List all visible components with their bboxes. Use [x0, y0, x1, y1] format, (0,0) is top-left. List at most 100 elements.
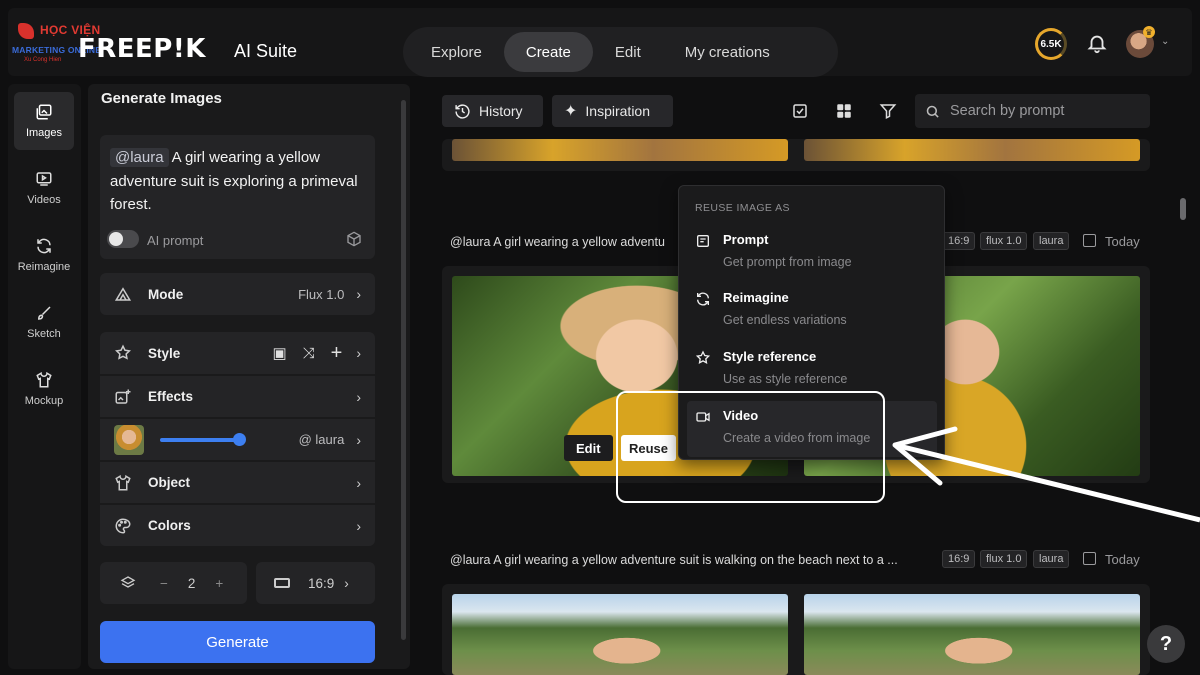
- mention-tag[interactable]: @laura: [110, 148, 169, 167]
- rail-item-mockup[interactable]: Mockup: [14, 360, 74, 418]
- menu-item-subtitle: Get endless variations: [723, 313, 847, 327]
- model-chip: flux 1.0: [980, 550, 1028, 568]
- prompt-input[interactable]: @laura A girl wearing a yellow adventure …: [100, 135, 375, 259]
- mode-value: Flux 1.0: [298, 286, 345, 302]
- reimagine-icon: [697, 292, 709, 306]
- filter-icon[interactable]: [879, 102, 897, 120]
- panel-title: Generate Images: [101, 90, 222, 107]
- aspect-chip: 16:9: [942, 550, 976, 568]
- select-card-checkbox[interactable]: [1083, 234, 1096, 247]
- image-count: 2: [187, 575, 196, 591]
- style-icon: [695, 350, 711, 364]
- cube-icon[interactable]: [346, 231, 362, 247]
- tab-my-creations[interactable]: My creations: [663, 32, 792, 72]
- layers-icon: [120, 576, 136, 588]
- search-input[interactable]: Search by prompt: [915, 94, 1150, 128]
- menu-item-title: Reimagine: [723, 290, 789, 305]
- chevron-down-icon[interactable]: ⌄: [1161, 36, 1169, 47]
- character-strength-slider[interactable]: [160, 432, 246, 446]
- watermark-mark-icon: [18, 23, 34, 39]
- object-row[interactable]: Object ›: [100, 461, 375, 503]
- count-plus-button[interactable]: +: [215, 576, 223, 591]
- effects-row[interactable]: Effects ›: [100, 375, 375, 417]
- character-thumbnail: [114, 424, 144, 455]
- history-scrollbar[interactable]: [1180, 198, 1186, 220]
- rail-item-sketch[interactable]: Sketch: [14, 293, 74, 351]
- help-button[interactable]: ?: [1147, 625, 1185, 663]
- colors-label: Colors: [148, 518, 191, 533]
- rail-item-videos[interactable]: Videos: [14, 159, 74, 217]
- style-row[interactable]: Style ▣ ⤨ + ›: [100, 332, 375, 374]
- freepik-logo[interactable]: FREEP!K: [78, 34, 206, 64]
- reuse-as-prompt[interactable]: Prompt Get prompt from image: [687, 225, 937, 281]
- count-minus-button[interactable]: −: [160, 576, 168, 591]
- generated-image[interactable]: [804, 594, 1140, 675]
- chevron-right-icon: ›: [356, 286, 361, 302]
- card-prompt: @laura A girl wearing a yellow adventure…: [450, 553, 898, 567]
- rail-item-reimagine[interactable]: Reimagine: [14, 226, 74, 284]
- credits-badge[interactable]: 6.5K: [1035, 28, 1067, 60]
- effects-label: Effects: [148, 389, 194, 404]
- menu-item-subtitle: Use as style reference: [723, 372, 848, 386]
- bell-icon[interactable]: [1086, 32, 1108, 54]
- chevron-right-icon: ›: [356, 388, 361, 405]
- ai-prompt-toggle[interactable]: [107, 230, 139, 248]
- edit-button[interactable]: Edit: [564, 435, 613, 461]
- rail-label: Reimagine: [17, 261, 71, 273]
- watermark-line-3: Xu Cong Hien: [24, 57, 62, 63]
- object-label: Object: [148, 475, 191, 490]
- ai-suite-label: AI Suite: [234, 41, 298, 61]
- shirt-icon: [36, 371, 52, 388]
- mode-icon: [114, 287, 132, 301]
- card-date: Today: [1105, 234, 1140, 249]
- rail-label: Videos: [27, 194, 61, 206]
- aspect-ratio-select[interactable]: 16:9 ›: [256, 562, 375, 604]
- chevron-right-icon: ›: [344, 575, 349, 591]
- image-ref-icon[interactable]: ▣: [272, 344, 286, 362]
- rail-item-images[interactable]: Images: [14, 92, 74, 150]
- grid-view-icon[interactable]: [835, 102, 853, 120]
- generate-panel: Generate Images @laura A girl wearing a y…: [88, 84, 410, 669]
- prompt-icon: [697, 235, 709, 247]
- pointer-arrow: [892, 426, 1200, 523]
- brush-icon: [37, 306, 51, 320]
- mode-label: Mode: [148, 286, 184, 302]
- generated-image[interactable]: [452, 594, 788, 675]
- generated-image[interactable]: [452, 139, 788, 161]
- mode-row[interactable]: Mode Flux 1.0 ›: [100, 273, 375, 315]
- history-button[interactable]: History: [442, 95, 543, 127]
- tab-explore[interactable]: Explore: [409, 32, 504, 72]
- rail-label: Images: [25, 127, 63, 139]
- character-row[interactable]: @ laura ›: [100, 418, 375, 460]
- tool-rail: Images Videos Reimagine Sketch Mockup: [8, 84, 81, 669]
- chevron-right-icon: ›: [356, 517, 361, 534]
- character-chip: laura: [1033, 232, 1070, 250]
- model-chip: flux 1.0: [980, 232, 1028, 250]
- prompt-text[interactable]: @laura A girl wearing a yellow adventure …: [110, 146, 365, 217]
- style-tools: ▣ ⤨ +: [272, 342, 342, 365]
- tab-create[interactable]: Create: [503, 32, 593, 72]
- generate-button[interactable]: Generate: [100, 621, 375, 663]
- history-icon: [455, 103, 470, 119]
- video-icon: [36, 172, 52, 186]
- inspiration-button[interactable]: ✦ Inspiration: [552, 95, 673, 127]
- search-placeholder: Search by prompt: [950, 103, 1065, 119]
- slider-knob[interactable]: [233, 432, 246, 446]
- palette-icon: [115, 517, 131, 534]
- highlight-box: [616, 391, 885, 503]
- aspect-ratio-value: 16:9: [308, 575, 335, 591]
- reuse-menu-header: REUSE IMAGE AS: [695, 202, 790, 214]
- add-icon[interactable]: +: [331, 342, 343, 365]
- select-checkbox-icon[interactable]: [791, 102, 809, 120]
- colors-row[interactable]: Colors ›: [100, 504, 375, 546]
- reuse-as-style-reference[interactable]: Style reference Use as style reference: [687, 342, 937, 398]
- chevron-right-icon: ›: [356, 474, 361, 491]
- generated-image[interactable]: [804, 139, 1140, 161]
- shuffle-icon[interactable]: ⤨: [303, 345, 315, 362]
- panel-scrollbar[interactable]: [401, 100, 406, 640]
- reuse-as-reimagine[interactable]: Reimagine Get endless variations: [687, 283, 937, 339]
- select-card-checkbox[interactable]: [1083, 552, 1096, 565]
- card-prompt: @laura A girl wearing a yellow adventu: [450, 235, 665, 249]
- tab-edit[interactable]: Edit: [593, 32, 663, 72]
- style-label: Style: [148, 345, 181, 361]
